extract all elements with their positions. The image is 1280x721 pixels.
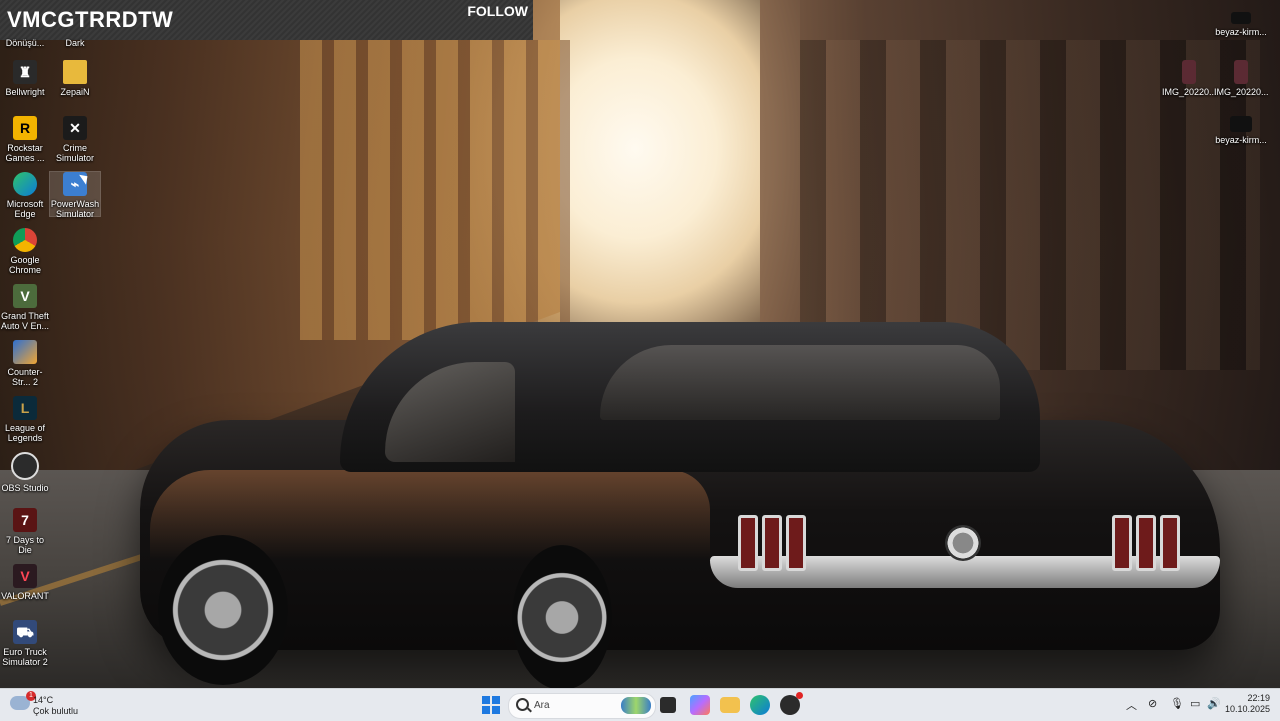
desktop-icon-gta[interactable]: V Grand Theft Auto V En...	[0, 284, 50, 331]
desktop-icon-label: IMG_20220...	[1162, 87, 1217, 97]
desktop-icon-label: Grand Theft Auto V En...	[0, 311, 50, 331]
copilot-icon[interactable]	[690, 695, 710, 715]
valorant-icon: V	[13, 564, 37, 588]
wallpaper-car-rear-glass	[600, 345, 1000, 420]
desktop-icon-obs[interactable]: OBS Studio	[0, 452, 50, 493]
stream-banner: VMCGTRRDTW FOLLOW	[0, 0, 533, 40]
desktop-icon-label: Rockstar Games ...	[5, 143, 45, 163]
desktop-icon-label: Euro Truck Simulator 2	[2, 647, 48, 667]
desktop-icon-crime-simulator[interactable]: ✕ Crime Simulator	[50, 116, 100, 163]
banner-title: VMCGTRRDTW	[7, 7, 174, 32]
desktop-icon-label: Dönüşü...	[5, 38, 45, 48]
desktop-icon-chrome[interactable]: Google Chrome	[0, 228, 50, 275]
bellwright-icon: ♜	[13, 60, 37, 84]
desktop-icon-img-2[interactable]: IMG_20220...	[1214, 60, 1269, 97]
display-icon[interactable]: ▭	[1190, 697, 1200, 710]
desktop-icon-euro-truck[interactable]: ⛟ Euro Truck Simulator 2	[0, 620, 50, 667]
image-icon	[1182, 60, 1196, 84]
weather-temperature: 14°C	[33, 695, 54, 705]
gta-icon: V	[13, 284, 37, 308]
chrome-icon	[13, 228, 37, 252]
steam-icon[interactable]	[780, 692, 803, 715]
folder-icon	[63, 60, 87, 84]
notification-dot	[796, 692, 803, 699]
wallpaper-car-front-wheel	[158, 535, 288, 685]
windows-logo-pane	[492, 706, 500, 714]
wallpaper-car-taillight	[762, 515, 782, 571]
weather-widget[interactable]: 1 14°C Çok bulutlu	[8, 691, 98, 717]
wallpaper-car-taillight	[1136, 515, 1156, 571]
search-icon	[516, 698, 529, 711]
windows-logo-pane	[482, 696, 490, 704]
clock-date: 10.10.2025	[1224, 704, 1270, 714]
desktop-icon-label: Counter-Str... 2	[7, 367, 43, 387]
network-off-icon[interactable]: ⊘	[1148, 697, 1157, 710]
desktop-icon-label: 7 Days to Die	[5, 535, 45, 555]
wallpaper-car-emblem	[945, 525, 981, 561]
image-icon	[1230, 116, 1252, 132]
desktop-icon-7-days[interactable]: 7 7 Days to Die	[0, 508, 50, 555]
start-button[interactable]	[482, 696, 500, 714]
search-box[interactable]: Ara	[508, 693, 656, 719]
desktop-icon-label: beyaz-kirm...	[1215, 27, 1267, 37]
desktop-icon-label: Microsoft Edge	[6, 199, 44, 219]
desktop-icon-label: Crime Simulator	[55, 143, 94, 163]
desktop-icon-label: PowerWash Simulator	[50, 199, 100, 219]
desktop-icon-beyaz-kirm-2[interactable]: beyaz-kirm...	[1212, 116, 1270, 145]
desktop-icon-label: Google Chrome	[8, 255, 41, 275]
desktop-icon-partial-1[interactable]: Dönüşü...	[0, 38, 50, 48]
wallpaper-car-taillight	[1160, 515, 1180, 571]
wallpaper-building-facade-left	[300, 40, 570, 340]
7dtd-icon: 7	[13, 508, 37, 532]
lol-icon: L	[13, 396, 37, 420]
wallpaper-car-rear-wheel	[512, 545, 612, 688]
rockstar-icon: R	[13, 116, 37, 140]
desktop-icon-valorant[interactable]: V VALORANT	[0, 564, 50, 601]
wallpaper-car-taillight	[786, 515, 806, 571]
desktop-icon-label: Dark	[65, 38, 85, 48]
desktop-icon-edge[interactable]: Microsoft Edge	[0, 172, 50, 219]
counter-strike-icon	[13, 340, 37, 364]
desktop-icon-label: VALORANT	[1, 591, 49, 601]
desktop-icon-label: League of Legends	[4, 423, 46, 443]
windows-logo-pane	[492, 696, 500, 704]
search-placeholder: Ara	[534, 700, 550, 711]
desktop-icon-label: IMG_20220...	[1214, 87, 1269, 97]
crime-simulator-icon: ✕	[63, 116, 87, 140]
desktop-icon-dark[interactable]: Dark	[50, 38, 100, 48]
desktop-icon-zepain[interactable]: ZepaiN	[50, 60, 100, 97]
chevron-up-icon[interactable]: ︿	[1126, 697, 1137, 713]
wallpaper-car-taillight	[738, 515, 758, 571]
desktop-icon-label: OBS Studio	[1, 483, 49, 493]
edge-taskbar-icon[interactable]	[750, 695, 770, 715]
desktop-icon-rockstar[interactable]: R Rockstar Games ...	[0, 116, 50, 163]
desktop-icon-powerwash[interactable]: ⌁ PowerWash Simulator	[49, 171, 101, 219]
volume-icon[interactable]: 🔊	[1207, 697, 1221, 710]
desktop-icon-img-1[interactable]: IMG_20220...	[1162, 60, 1217, 97]
desktop-icon-beyaz-kirm-1[interactable]: beyaz-kirm...	[1212, 12, 1270, 37]
edge-icon	[13, 172, 37, 196]
microphone-icon[interactable]: 🎙	[1170, 697, 1184, 710]
system-clock[interactable]: 22:19 10.10.2025	[1225, 693, 1270, 715]
follow-button[interactable]: FOLLOW	[467, 3, 528, 19]
desktop-icon-label: beyaz-kirm...	[1215, 135, 1267, 145]
windows-logo-pane	[482, 706, 490, 714]
desktop-icon-bellwright[interactable]: ♜ Bellwright	[0, 60, 50, 97]
file-explorer-icon[interactable]	[720, 697, 740, 713]
search-highlight-icon	[621, 697, 651, 714]
desktop-wallpaper	[0, 0, 1280, 688]
desktop-icon-league[interactable]: L League of Legends	[0, 396, 50, 443]
taskbar: 1 14°C Çok bulutlu Ara ︿ ⊘ 🎙 ▭ 🔊 22:19 1…	[0, 688, 1280, 721]
wallpaper-car-taillight	[1112, 515, 1132, 571]
weather-description: Çok bulutlu	[33, 706, 79, 716]
task-view-icon[interactable]	[660, 697, 676, 713]
desktop-icon-counter-strike[interactable]: Counter-Str... 2	[0, 340, 50, 387]
obs-icon	[11, 452, 39, 480]
desktop-icon-label: ZepaiN	[60, 87, 90, 97]
image-icon	[1231, 12, 1251, 24]
desktop-icon-label: Bellwright	[5, 87, 45, 97]
ets2-icon: ⛟	[13, 620, 37, 644]
clock-time: 22:19	[1247, 693, 1270, 703]
image-icon	[1234, 60, 1248, 84]
